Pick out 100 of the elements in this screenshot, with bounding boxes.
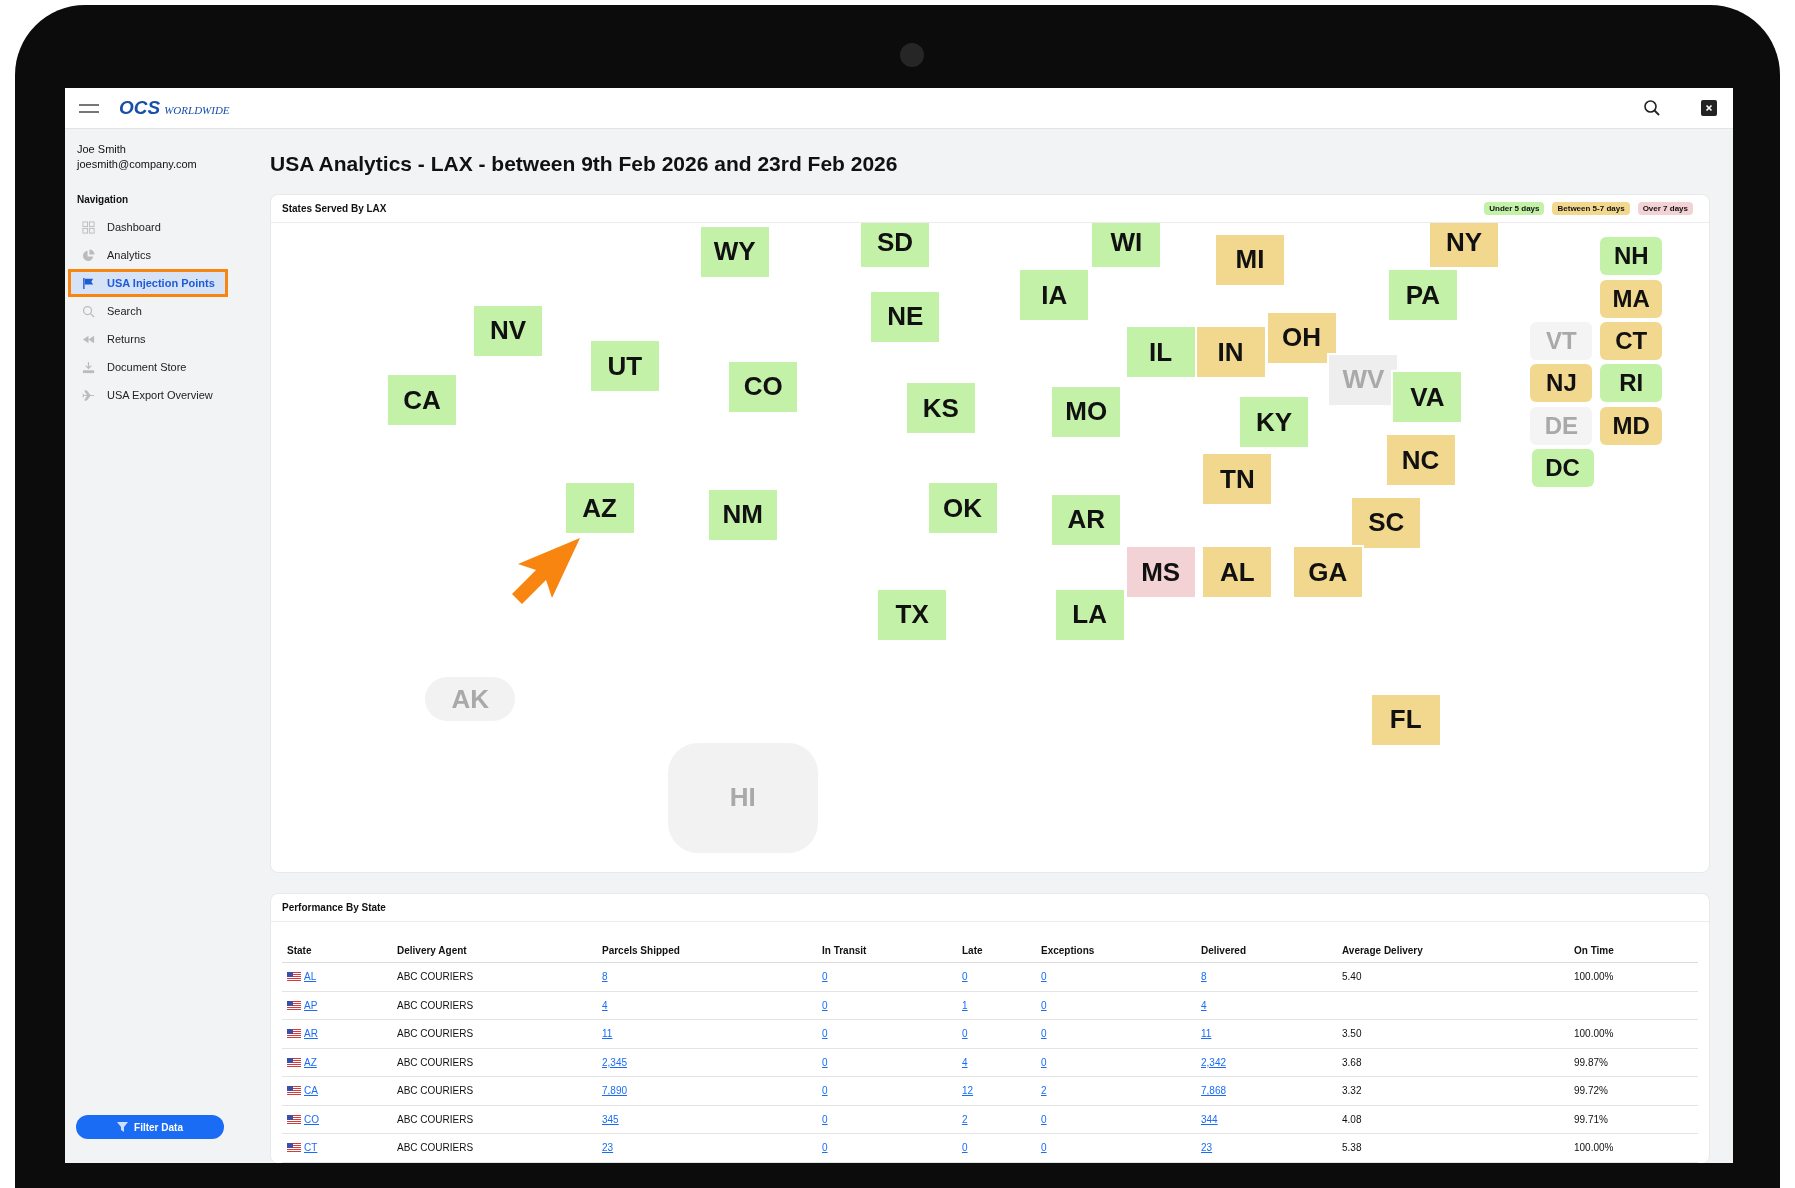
state-region[interactable]: OK [926,481,999,536]
state-region[interactable]: CA [386,373,459,428]
search-icon[interactable] [1643,99,1661,117]
count-link[interactable]: 8 [1201,971,1207,983]
state-region[interactable]: CO [727,359,800,414]
state-region[interactable]: NE [869,289,942,344]
state-region[interactable]: IN [1194,325,1267,380]
state-region[interactable]: MS [1124,545,1197,600]
state-region[interactable]: MA [1600,279,1663,318]
count-link[interactable]: 0 [962,1028,968,1040]
count-link[interactable]: 0 [1041,1056,1047,1068]
state-region[interactable]: RI [1600,364,1663,403]
sidebar-item[interactable]: USA Export Overview [68,381,228,409]
airplane-icon [82,388,95,402]
state-region[interactable]: NJ [1530,364,1593,403]
sidebar-item[interactable]: Dashboard [68,213,228,241]
state-link[interactable]: AP [304,999,318,1011]
count-link[interactable]: 11 [602,1028,613,1040]
state-region[interactable]: AL [1201,545,1274,600]
sidebar-item[interactable]: Document Store [68,353,228,381]
count-link[interactable]: 2,342 [1201,1056,1227,1068]
filter-data-button[interactable]: Filter Data [76,1115,224,1139]
count-link[interactable]: 345 [602,1113,619,1125]
state-link[interactable]: CT [304,1142,318,1154]
state-region[interactable]: TX [876,587,949,642]
state-region[interactable]: KY [1238,395,1310,450]
state-region[interactable]: MI [1213,232,1286,287]
state-region[interactable]: AR [1050,492,1123,547]
count-link[interactable]: 0 [822,999,828,1011]
count-link[interactable]: 4 [602,999,608,1011]
state-region[interactable]: DC [1531,449,1594,487]
state-link[interactable]: CA [304,1085,318,1097]
state-region[interactable]: IA [1018,268,1091,323]
state-region[interactable]: KS [904,381,977,436]
count-link[interactable]: 2 [1041,1085,1047,1097]
count-link[interactable]: 0 [1041,1113,1047,1125]
state-region[interactable]: OH [1265,310,1338,365]
state-region[interactable]: AZ [563,481,636,536]
sidebar-item[interactable]: Returns [68,325,228,353]
count-link[interactable]: 0 [962,971,968,983]
state-region[interactable]: NH [1600,237,1663,276]
state-region[interactable]: WY [698,224,771,279]
state-region[interactable]: MO [1050,384,1123,439]
state-region[interactable]: VA [1391,370,1464,425]
state-region[interactable]: UT [588,339,661,394]
count-link[interactable]: 1 [962,999,968,1011]
column-header: On Time [1573,944,1615,956]
count-link[interactable]: 0 [822,1056,828,1068]
count-link[interactable]: 0 [822,1113,828,1125]
state-link[interactable]: AL [304,971,317,983]
table-cell: 3.68 [1342,1056,1362,1068]
state-region[interactable]: NC [1384,433,1457,487]
count-link[interactable]: 8 [602,971,608,983]
count-link[interactable]: 0 [962,1142,968,1154]
state-region[interactable]: NY [1428,223,1501,270]
column-header: Exceptions [1040,944,1096,956]
flag-icon [287,1086,301,1096]
count-link[interactable]: 12 [962,1085,974,1097]
count-link[interactable]: 0 [822,1028,828,1040]
state-region[interactable]: FL [1369,692,1442,747]
state-region[interactable]: GA [1291,545,1364,600]
count-link[interactable]: 0 [1041,1028,1047,1040]
state-region[interactable]: SD [859,223,931,270]
state-region[interactable]: IL [1124,325,1197,380]
state-region[interactable]: CT [1600,321,1663,360]
count-link[interactable]: 4 [962,1056,968,1068]
table-cell-text: ABC COURIERS [396,1085,475,1097]
state-region[interactable]: TN [1201,452,1274,507]
count-link[interactable]: 0 [1041,971,1047,983]
table-cell-text: ABC COURIERS [396,1056,475,1068]
count-link[interactable]: 11 [1201,1028,1212,1040]
sidebar-item[interactable]: USA Injection Points [68,269,228,297]
sidebar-item[interactable]: Analytics [68,241,228,269]
state-region[interactable]: SC [1350,496,1423,550]
count-link[interactable]: 23 [1201,1142,1213,1154]
count-link[interactable]: 0 [822,1085,828,1097]
count-link[interactable]: 0 [1041,999,1047,1011]
state-link[interactable]: AR [304,1028,318,1040]
menu-icon[interactable] [79,101,99,115]
state-region[interactable]: NV [472,303,544,358]
count-link[interactable]: 0 [1041,1142,1047,1154]
count-link[interactable]: 4 [1201,999,1207,1011]
state-region[interactable]: PA [1386,268,1459,323]
count-link[interactable]: 344 [1201,1113,1218,1125]
state-region[interactable]: MD [1600,406,1663,445]
state-link[interactable]: CO [304,1113,319,1125]
count-link[interactable]: 0 [822,1142,828,1154]
sidebar-item[interactable]: Search [68,297,228,325]
count-link[interactable]: 0 [822,971,828,983]
count-link[interactable]: 2 [962,1113,968,1125]
count-link[interactable]: 23 [602,1142,614,1154]
count-link[interactable]: 2,345 [602,1056,628,1068]
count-link[interactable]: 7,890 [602,1085,628,1097]
close-icon[interactable] [1701,100,1717,116]
state-region[interactable]: LA [1053,587,1126,642]
state-link[interactable]: AZ [304,1056,317,1068]
state-region[interactable]: NM [706,487,779,542]
state-region[interactable]: WI [1090,223,1163,270]
count-link[interactable]: 7,868 [1201,1085,1227,1097]
column-header: Parcels Shipped [601,944,681,956]
